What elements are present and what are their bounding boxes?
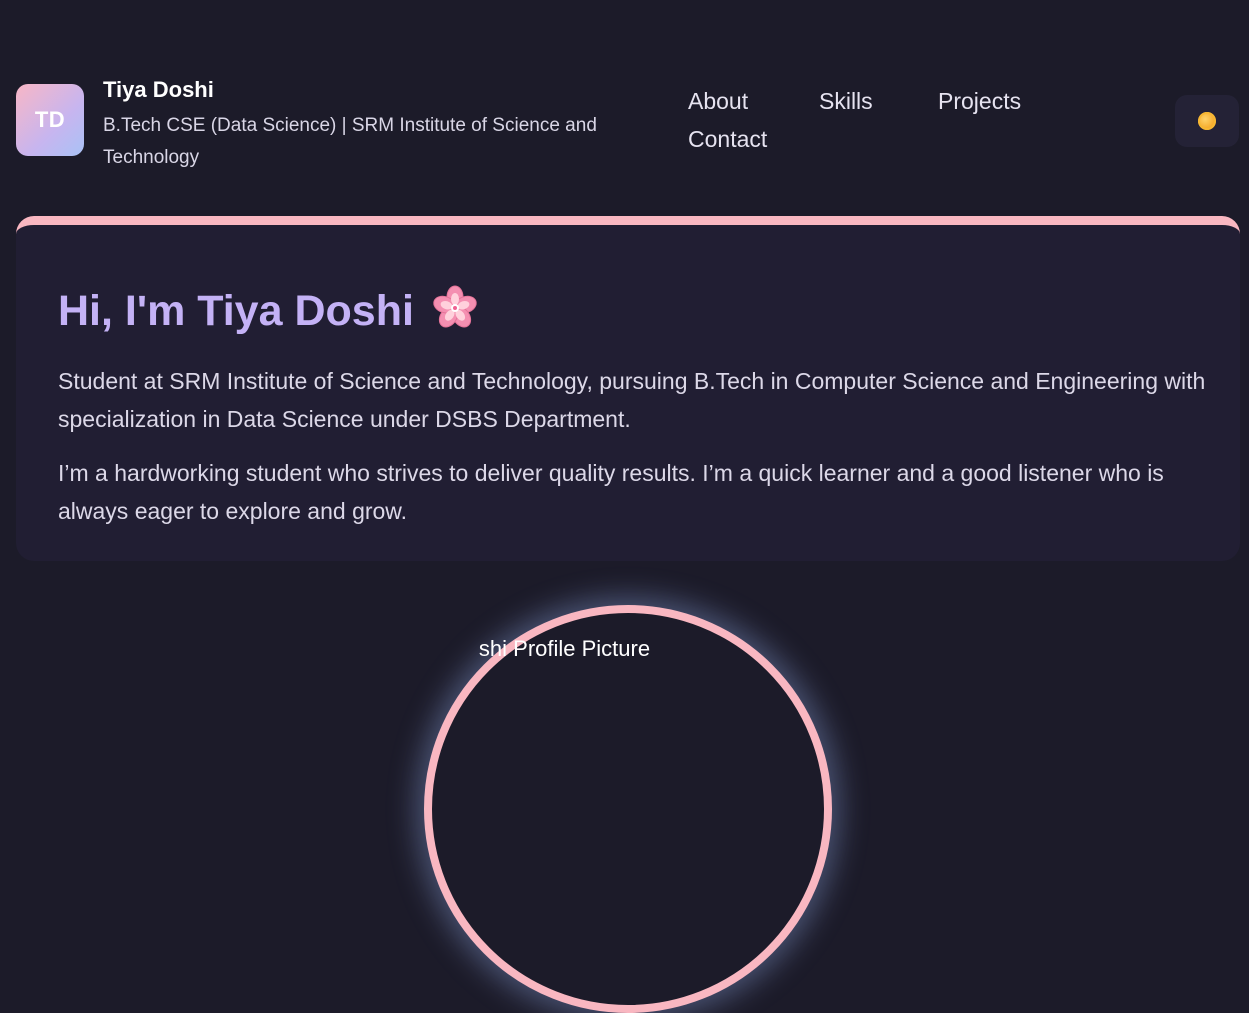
nav-link-projects[interactable]: Projects xyxy=(938,88,1021,115)
brand-subtitle: B.Tech CSE (Data Science) | SRM Institut… xyxy=(103,115,597,168)
hero-paragraph-intro: Student at SRM Institute of Science and … xyxy=(58,368,1206,432)
nav-link-about[interactable]: About xyxy=(688,88,748,115)
brand-name: Tiya Doshi xyxy=(103,77,214,102)
hero-card: Hi, I'm Tiya Doshi Student at SRM Instit… xyxy=(16,216,1240,561)
sun-icon xyxy=(1198,112,1216,130)
logo-badge[interactable]: TD xyxy=(16,84,84,156)
nav-link-skills[interactable]: Skills xyxy=(819,88,873,115)
hero-title-text: Hi, I'm Tiya Doshi xyxy=(58,287,414,335)
nav-link-contact[interactable]: Contact xyxy=(688,126,767,153)
site-header: TD Tiya Doshi B.Tech CSE (Data Science) … xyxy=(0,0,1249,200)
hero-paragraph-about: I’m a hardworking student who strives to… xyxy=(58,460,1164,524)
hero-title: Hi, I'm Tiya Doshi xyxy=(58,285,478,336)
profile-picture-frame xyxy=(424,605,832,1013)
theme-toggle-button[interactable] xyxy=(1175,95,1239,147)
cherry-blossom-icon xyxy=(432,285,478,331)
